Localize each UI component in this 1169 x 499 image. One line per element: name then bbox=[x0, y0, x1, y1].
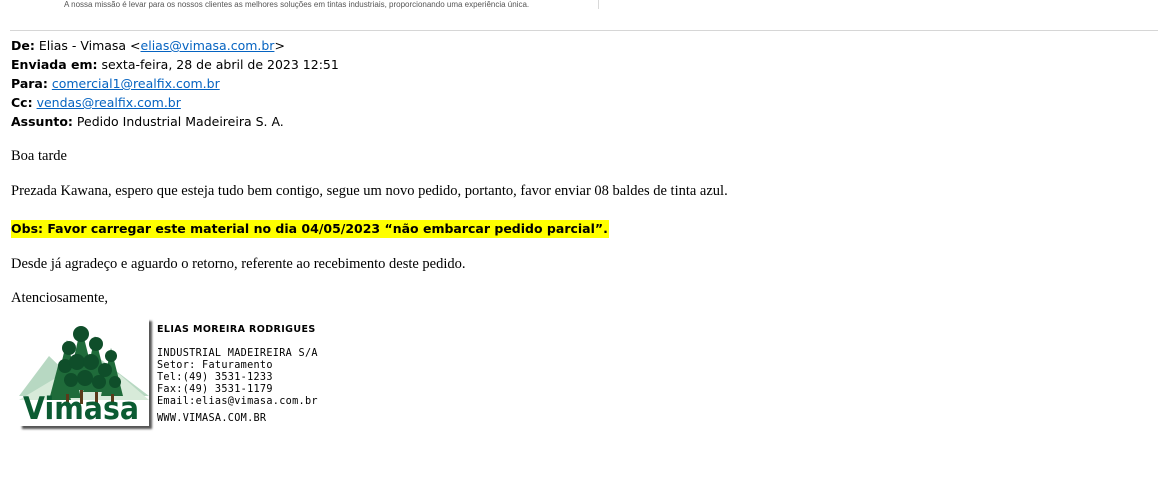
sent-label: Enviada em: bbox=[11, 57, 98, 72]
signature-website: WWW.VIMASA.COM.BR bbox=[157, 413, 267, 424]
to-email-link[interactable]: comercial1@realfix.com.br bbox=[52, 76, 220, 91]
subject-row: Assunto: Pedido Industrial Madeireira S.… bbox=[11, 112, 339, 131]
signature-fax: Fax:(49) 3531-1179 bbox=[157, 384, 273, 395]
subject-value: Pedido Industrial Madeireira S. A. bbox=[76, 114, 284, 129]
closing: Atenciosamente, bbox=[11, 290, 109, 306]
logo-wordmark: Vimasa bbox=[23, 391, 139, 426]
cc-email-link[interactable]: vendas@realfix.com.br bbox=[37, 95, 181, 110]
banner-divider bbox=[598, 0, 599, 9]
signature-sector: Setor: Faturamento bbox=[157, 360, 273, 371]
vimasa-logo: Vimasa bbox=[19, 318, 149, 426]
to-row: Para: comercial1@realfix.com.br bbox=[11, 74, 339, 93]
signature-email: Email:elias@vimasa.com.br bbox=[157, 396, 318, 407]
email-headers: De: Elias - Vimasa <elias@vimasa.com.br>… bbox=[11, 36, 339, 131]
sent-row: Enviada em: sexta-feira, 28 de abril de … bbox=[11, 55, 339, 74]
to-label: Para: bbox=[11, 76, 48, 91]
from-email-link[interactable]: elias@vimasa.com.br bbox=[141, 38, 275, 53]
from-name: Elias - Vimasa < bbox=[38, 38, 141, 53]
signature-tel: Tel:(49) 3531-1233 bbox=[157, 372, 273, 383]
cc-label: Cc: bbox=[11, 95, 33, 110]
thanks-paragraph: Desde já agradeço e aguardo o retorno, r… bbox=[11, 256, 466, 272]
signature-name: ELIAS MOREIRA RODRIGUES bbox=[157, 324, 316, 335]
sent-value: sexta-feira, 28 de abril de 2023 12:51 bbox=[101, 57, 339, 72]
pine-trees-icon: Vimasa bbox=[19, 326, 149, 426]
greeting: Boa tarde bbox=[11, 148, 67, 164]
signature-company: INDUSTRIAL MADEIREIRA S/A bbox=[157, 348, 318, 359]
subject-label: Assunto: bbox=[11, 114, 73, 129]
from-label: De: bbox=[11, 38, 35, 53]
message-paragraph: Prezada Kawana, espero que esteja tudo b… bbox=[11, 183, 728, 199]
from-close: > bbox=[274, 38, 285, 53]
highlighted-note: Obs: Favor carregar este material no dia… bbox=[11, 220, 609, 238]
header-divider bbox=[10, 30, 1158, 31]
mission-statement: A nossa missão é levar para os nossos cl… bbox=[64, 0, 530, 9]
cc-row: Cc: vendas@realfix.com.br bbox=[11, 93, 339, 112]
from-row: De: Elias - Vimasa <elias@vimasa.com.br> bbox=[11, 36, 339, 55]
